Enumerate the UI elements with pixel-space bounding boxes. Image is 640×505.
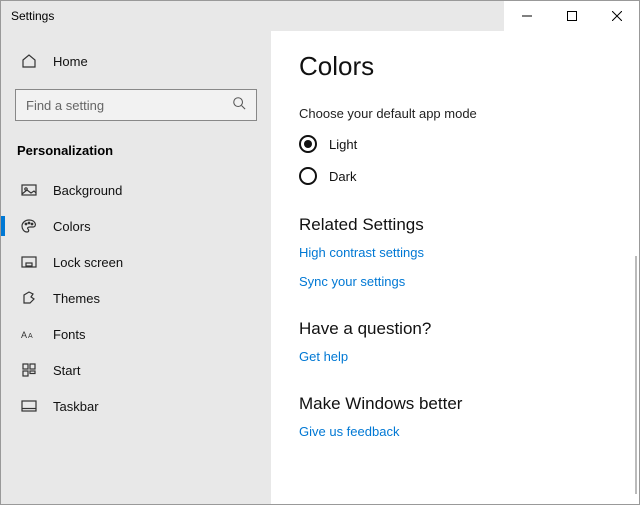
- svg-text:A: A: [21, 330, 27, 340]
- sidebar-item-fonts[interactable]: AA Fonts: [1, 316, 271, 352]
- section-title-related: Related Settings: [299, 215, 611, 235]
- home-icon: [17, 53, 41, 69]
- scrollbar[interactable]: [635, 256, 637, 494]
- sidebar-item-label: Colors: [53, 219, 91, 234]
- page-title: Colors: [299, 51, 611, 82]
- search-icon: [232, 96, 246, 115]
- sidebar-item-label: Fonts: [53, 327, 86, 342]
- palette-icon: [17, 218, 41, 234]
- window-controls: [504, 1, 639, 31]
- window-title: Settings: [11, 9, 54, 23]
- sidebar-item-taskbar[interactable]: Taskbar: [1, 388, 271, 424]
- taskbar-icon: [17, 398, 41, 414]
- radio-icon: [299, 167, 317, 185]
- mode-label: Choose your default app mode: [299, 106, 611, 121]
- sidebar-item-home[interactable]: Home: [1, 43, 271, 79]
- picture-icon: [17, 182, 41, 198]
- minimize-button[interactable]: [504, 1, 549, 31]
- radio-light[interactable]: Light: [299, 135, 611, 153]
- sidebar-item-lockscreen[interactable]: Lock screen: [1, 244, 271, 280]
- sidebar-item-label: Start: [53, 363, 80, 378]
- sidebar-item-label: Taskbar: [53, 399, 99, 414]
- radio-dark[interactable]: Dark: [299, 167, 611, 185]
- category-header: Personalization: [1, 137, 271, 172]
- sidebar-item-start[interactable]: Start: [1, 352, 271, 388]
- sidebar: Home Personalization Background Colors: [1, 31, 271, 504]
- sidebar-item-themes[interactable]: Themes: [1, 280, 271, 316]
- search-box[interactable]: [15, 89, 257, 121]
- lockscreen-icon: [17, 254, 41, 270]
- fonts-icon: AA: [17, 326, 41, 342]
- sidebar-item-background[interactable]: Background: [1, 172, 271, 208]
- section-title-feedback: Make Windows better: [299, 394, 611, 414]
- sidebar-item-label: Home: [53, 54, 88, 69]
- link-give-feedback[interactable]: Give us feedback: [299, 424, 611, 439]
- sidebar-item-colors[interactable]: Colors: [1, 208, 271, 244]
- svg-text:A: A: [28, 333, 33, 340]
- start-icon: [17, 362, 41, 378]
- section-title-question: Have a question?: [299, 319, 611, 339]
- sidebar-item-label: Lock screen: [53, 255, 123, 270]
- link-high-contrast[interactable]: High contrast settings: [299, 245, 611, 260]
- titlebar: Settings: [1, 1, 639, 31]
- radio-label: Dark: [329, 169, 356, 184]
- link-sync-settings[interactable]: Sync your settings: [299, 274, 611, 289]
- link-get-help[interactable]: Get help: [299, 349, 611, 364]
- sidebar-item-label: Themes: [53, 291, 100, 306]
- sidebar-item-label: Background: [53, 183, 122, 198]
- search-input[interactable]: [26, 98, 232, 113]
- themes-icon: [17, 290, 41, 306]
- close-button[interactable]: [594, 1, 639, 31]
- radio-label: Light: [329, 137, 357, 152]
- radio-icon: [299, 135, 317, 153]
- main-content: Colors Choose your default app mode Ligh…: [271, 31, 639, 504]
- maximize-button[interactable]: [549, 1, 594, 31]
